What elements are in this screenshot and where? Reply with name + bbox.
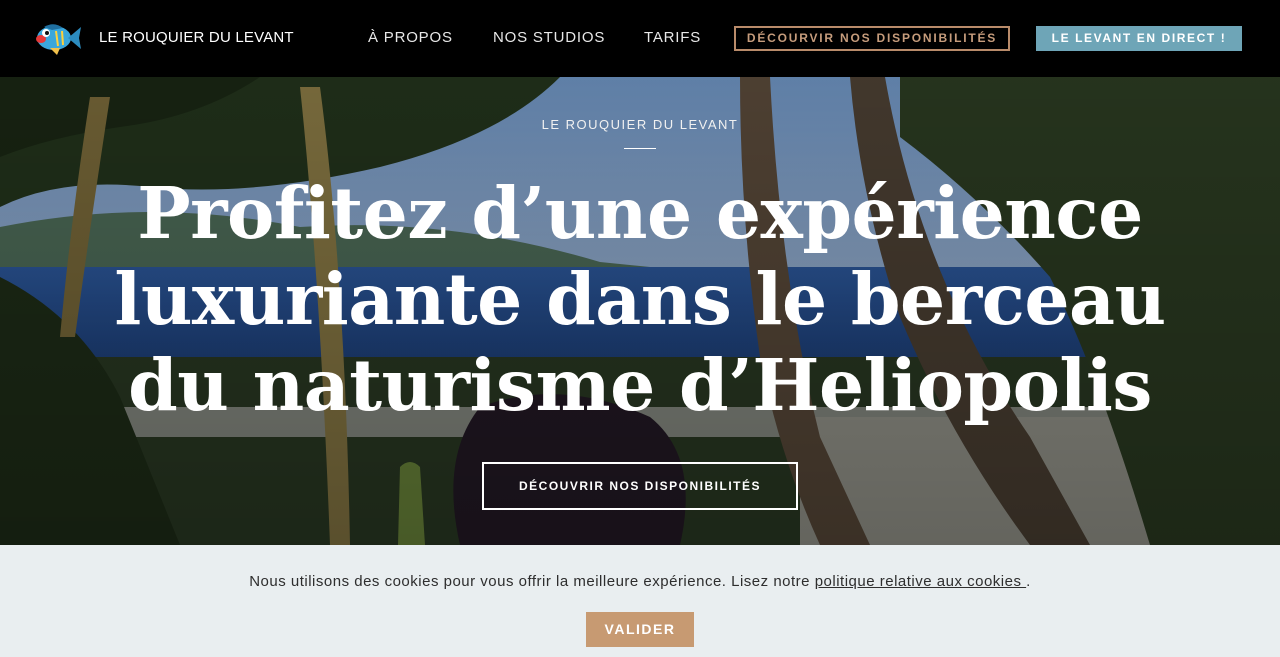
hero-headline: Profitez d’une expérience luxuriante dan… — [114, 171, 1166, 427]
nav-availability-button[interactable]: DÉCOURVIR NOS DISPONIBILITÉS — [734, 26, 1010, 51]
fish-logo-icon[interactable] — [30, 19, 82, 57]
nav-link-tarifs[interactable]: TARIFS — [644, 29, 701, 46]
cookie-policy-link[interactable]: politique relative aux cookies — [815, 573, 1026, 590]
eyebrow-divider — [624, 148, 656, 149]
nav-link-a-propos[interactable]: À PROPOS — [368, 29, 453, 46]
hero-section: LE ROUQUIER DU LEVANT Profitez d’une exp… — [0, 77, 1280, 545]
cookie-banner: Nous utilisons des cookies pour vous off… — [0, 545, 1280, 657]
top-navbar: LE ROUQUIER DU LEVANT À PROPOS NOS STUDI… — [0, 0, 1280, 77]
hero-availability-button[interactable]: DÉCOUVRIR NOS DISPONIBILITÉS — [482, 462, 798, 510]
brand-name[interactable]: LE ROUQUIER DU LEVANT — [99, 29, 294, 46]
cookie-message-text: Nous utilisons des cookies pour vous off… — [249, 573, 815, 590]
nav-link-nos-studios[interactable]: NOS STUDIOS — [493, 29, 605, 46]
hero-eyebrow: LE ROUQUIER DU LEVANT — [541, 117, 739, 132]
cookie-message: Nous utilisons des cookies pour vous off… — [0, 573, 1280, 590]
cookie-accept-button[interactable]: VALIDER — [586, 612, 694, 647]
cookie-message-end: . — [1026, 573, 1031, 590]
nav-live-button[interactable]: LE LEVANT EN DIRECT ! — [1036, 26, 1242, 51]
